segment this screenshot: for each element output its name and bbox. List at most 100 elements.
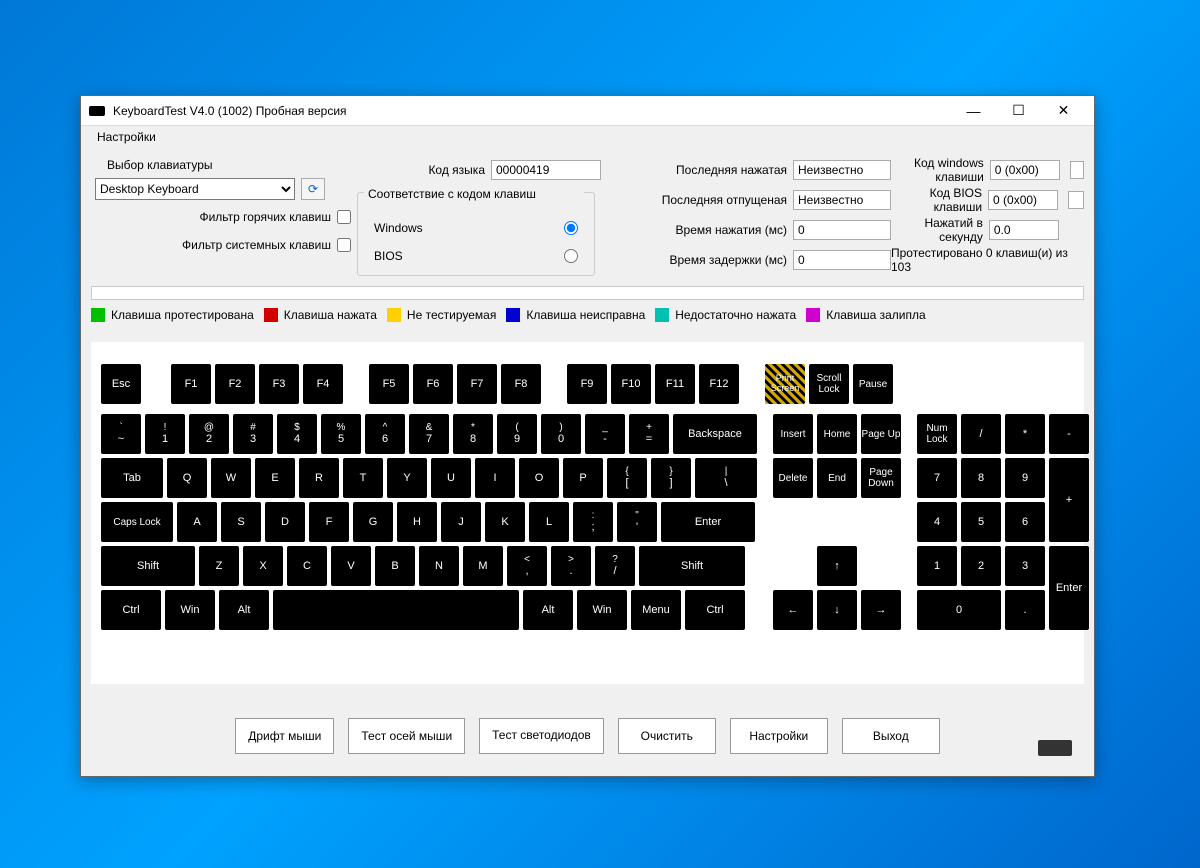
key-comma[interactable]: <,: [507, 546, 547, 586]
key-num6[interactable]: 6: [1005, 502, 1045, 542]
key-8[interactable]: *8: [453, 414, 493, 454]
key-t[interactable]: T: [343, 458, 383, 498]
radio-windows[interactable]: [564, 221, 578, 235]
key-space[interactable]: [273, 590, 519, 630]
key-printscreen[interactable]: Print Screen: [765, 364, 805, 404]
key-semicolon[interactable]: :;: [573, 502, 613, 542]
key-x[interactable]: X: [243, 546, 283, 586]
key-up[interactable]: ↑: [817, 546, 857, 586]
key-capslock[interactable]: Caps Lock: [101, 502, 173, 542]
key-z[interactable]: Z: [199, 546, 239, 586]
key-slash[interactable]: ?/: [595, 546, 635, 586]
key-numenter[interactable]: Enter: [1049, 546, 1089, 630]
key-f1[interactable]: F1: [171, 364, 211, 404]
key-num4[interactable]: 4: [917, 502, 957, 542]
key-q[interactable]: Q: [167, 458, 207, 498]
key-rshift[interactable]: Shift: [639, 546, 745, 586]
key-backspace[interactable]: Backspace: [673, 414, 757, 454]
key-num0[interactable]: 0: [917, 590, 1001, 630]
key-4[interactable]: $4: [277, 414, 317, 454]
key-s[interactable]: S: [221, 502, 261, 542]
key-rwin[interactable]: Win: [577, 590, 627, 630]
key-delete[interactable]: Delete: [773, 458, 813, 498]
key-quote[interactable]: "': [617, 502, 657, 542]
key-d[interactable]: D: [265, 502, 305, 542]
key-n[interactable]: N: [419, 546, 459, 586]
key-num3[interactable]: 3: [1005, 546, 1045, 586]
key-lshift[interactable]: Shift: [101, 546, 195, 586]
key-num2[interactable]: 2: [961, 546, 1001, 586]
key-numsub[interactable]: -: [1049, 414, 1089, 454]
key-num5[interactable]: 5: [961, 502, 1001, 542]
key-f4[interactable]: F4: [303, 364, 343, 404]
key-tilde[interactable]: `~: [101, 414, 141, 454]
key-tab[interactable]: Tab: [101, 458, 163, 498]
settings-button[interactable]: Настройки: [730, 718, 828, 754]
key-f12[interactable]: F12: [699, 364, 739, 404]
key-num7[interactable]: 7: [917, 458, 957, 498]
key-9[interactable]: (9: [497, 414, 537, 454]
led-test-button[interactable]: Тест светодиодов: [479, 718, 604, 754]
key-f11[interactable]: F11: [655, 364, 695, 404]
key-c[interactable]: C: [287, 546, 327, 586]
key-rbracket[interactable]: }]: [651, 458, 691, 498]
key-lalt[interactable]: Alt: [219, 590, 269, 630]
key-0[interactable]: )0: [541, 414, 581, 454]
radio-bios[interactable]: [564, 249, 578, 263]
key-num9[interactable]: 9: [1005, 458, 1045, 498]
key-home[interactable]: Home: [817, 414, 857, 454]
key-6[interactable]: ^6: [365, 414, 405, 454]
key-down[interactable]: ↓: [817, 590, 857, 630]
key-lwin[interactable]: Win: [165, 590, 215, 630]
key-e[interactable]: E: [255, 458, 295, 498]
key-f[interactable]: F: [309, 502, 349, 542]
key-f9[interactable]: F9: [567, 364, 607, 404]
key-pageup[interactable]: Page Up: [861, 414, 901, 454]
key-esc[interactable]: Esc: [101, 364, 141, 404]
clear-button[interactable]: Очистить: [618, 718, 716, 754]
titlebar[interactable]: KeyboardTest V4.0 (1002) Пробная версия …: [81, 96, 1094, 126]
key-i[interactable]: I: [475, 458, 515, 498]
key-j[interactable]: J: [441, 502, 481, 542]
key-7[interactable]: &7: [409, 414, 449, 454]
key-right[interactable]: →: [861, 590, 901, 630]
mouse-drift-button[interactable]: Дрифт мыши: [235, 718, 334, 754]
menu-settings[interactable]: Настройки: [91, 126, 162, 148]
key-f7[interactable]: F7: [457, 364, 497, 404]
key-r[interactable]: R: [299, 458, 339, 498]
key-f2[interactable]: F2: [215, 364, 255, 404]
key-o[interactable]: O: [519, 458, 559, 498]
key-lctrl[interactable]: Ctrl: [101, 590, 161, 630]
key-left[interactable]: ←: [773, 590, 813, 630]
key-pagedown[interactable]: Page Down: [861, 458, 901, 498]
key-num8[interactable]: 8: [961, 458, 1001, 498]
key-f8[interactable]: F8: [501, 364, 541, 404]
key-m[interactable]: M: [463, 546, 503, 586]
maximize-button[interactable]: ☐: [996, 97, 1041, 125]
key-w[interactable]: W: [211, 458, 251, 498]
key-pause[interactable]: Pause: [853, 364, 893, 404]
close-button[interactable]: ✕: [1041, 97, 1086, 125]
key-y[interactable]: Y: [387, 458, 427, 498]
key-ralt[interactable]: Alt: [523, 590, 573, 630]
hotkey-filter-checkbox[interactable]: [337, 210, 351, 224]
key-num1[interactable]: 1: [917, 546, 957, 586]
key-2[interactable]: @2: [189, 414, 229, 454]
key-equal[interactable]: +=: [629, 414, 669, 454]
key-period[interactable]: >.: [551, 546, 591, 586]
key-k[interactable]: K: [485, 502, 525, 542]
key-h[interactable]: H: [397, 502, 437, 542]
key-v[interactable]: V: [331, 546, 371, 586]
key-f6[interactable]: F6: [413, 364, 453, 404]
key-f10[interactable]: F10: [611, 364, 651, 404]
key-nummul[interactable]: *: [1005, 414, 1045, 454]
key-p[interactable]: P: [563, 458, 603, 498]
key-backslash[interactable]: |\: [695, 458, 757, 498]
key-lbracket[interactable]: {[: [607, 458, 647, 498]
key-minus[interactable]: _-: [585, 414, 625, 454]
minimize-button[interactable]: —: [951, 97, 996, 125]
key-rctrl[interactable]: Ctrl: [685, 590, 745, 630]
key-3[interactable]: #3: [233, 414, 273, 454]
key-1[interactable]: !1: [145, 414, 185, 454]
key-end[interactable]: End: [817, 458, 857, 498]
